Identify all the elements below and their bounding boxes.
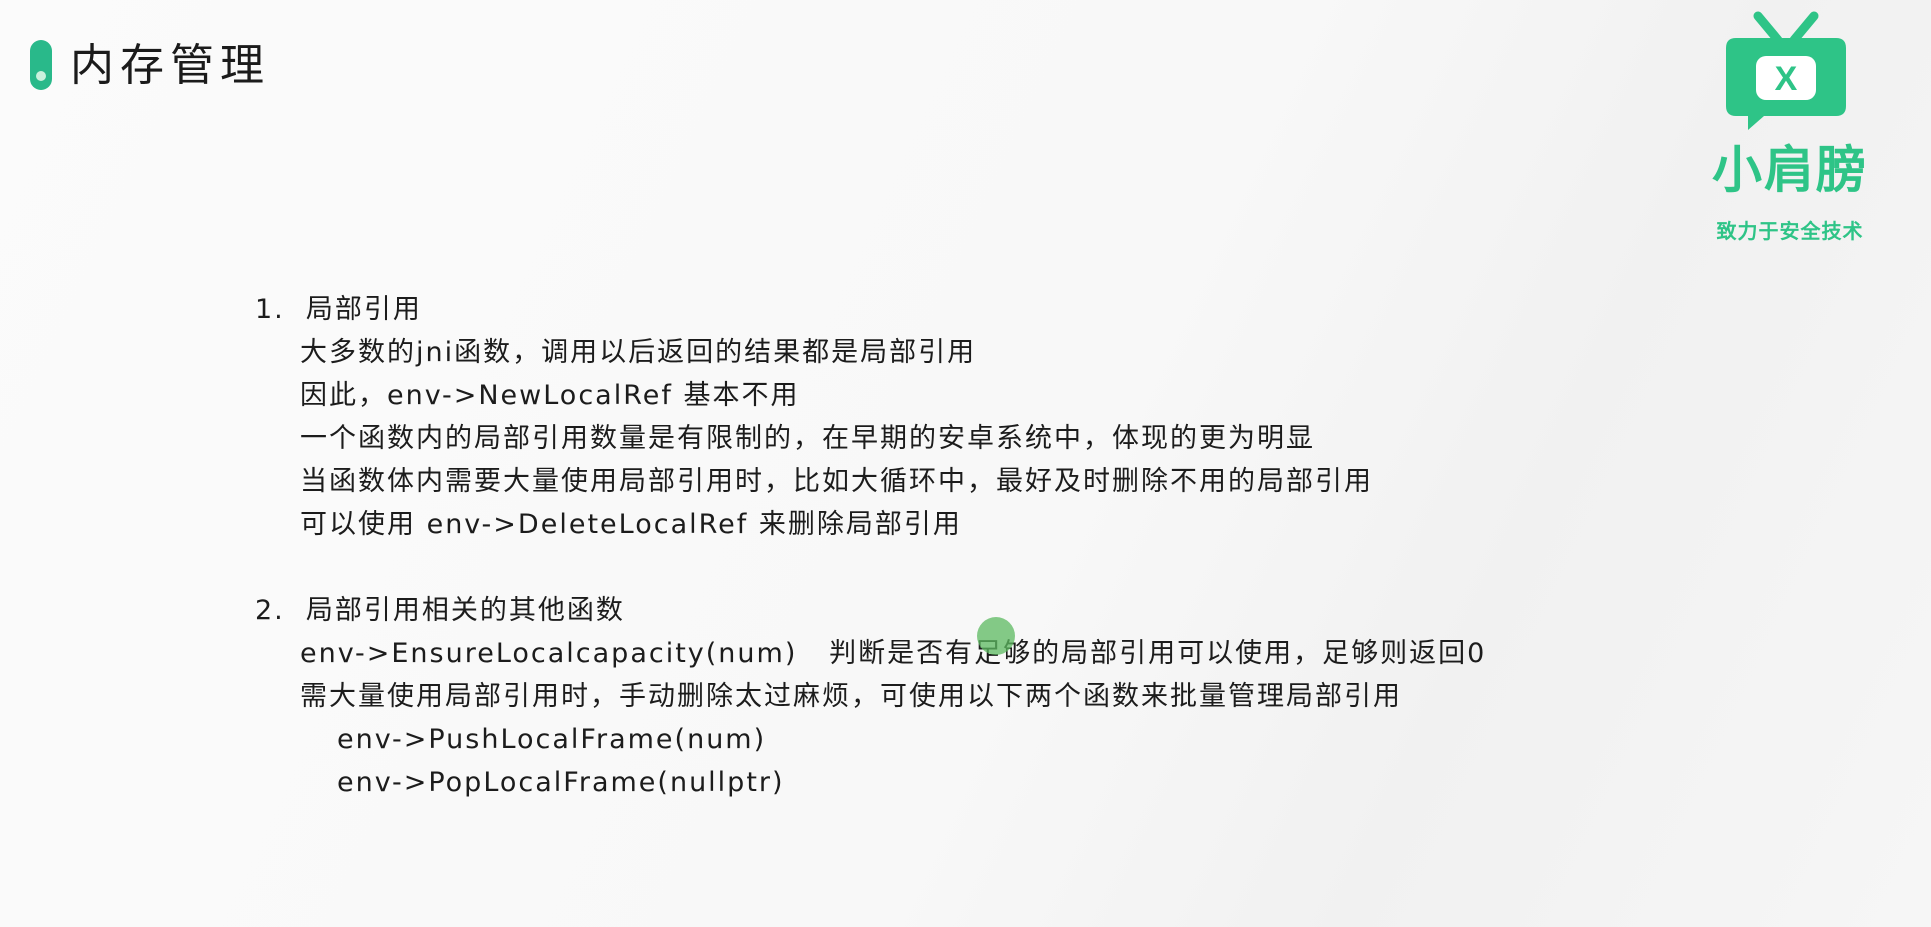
body-line: 大多数的jni函数，调用以后返回的结果都是局部引用 xyxy=(300,337,977,368)
body-line: 一个函数内的局部引用数量是有限制的，在早期的安卓系统中，体现的更为明显 xyxy=(300,423,1315,454)
body-line: 需大量使用局部引用时，手动删除太过麻烦，可使用以下两个函数来批量管理局部引用 xyxy=(300,681,1402,712)
svg-text:X: X xyxy=(1775,60,1798,98)
body-line: env->EnsureLocalcapacity(num) 判断是否有足够的局部… xyxy=(300,638,1487,669)
pointer-highlight xyxy=(977,617,1015,655)
body-line: 因此，env->NewLocalRef 基本不用 xyxy=(300,380,800,411)
logo-brand: 小肩膀 xyxy=(1712,141,1868,199)
body-line: 当函数体内需要大量使用局部引用时，比如大循环中，最好及时删除不用的局部引用 xyxy=(300,466,1373,497)
section-heading: 2. 局部引用相关的其他函数 xyxy=(255,595,625,626)
code-line: env->PopLocalFrame(nullptr) xyxy=(337,767,785,798)
title-accent-bar xyxy=(30,40,52,90)
body-line: 可以使用 env->DeleteLocalRef 来删除局部引用 xyxy=(300,509,962,540)
logo-slogan: 致力于安全技术 xyxy=(1716,219,1864,243)
page-title: 内存管理 xyxy=(70,40,270,91)
code-line: env->PushLocalFrame(num) xyxy=(337,724,767,755)
slide-content: 1. 局部引用 大多数的jni函数，调用以后返回的结果都是局部引用 因此，env… xyxy=(255,288,1655,804)
section-heading: 1. 局部引用 xyxy=(255,294,422,325)
